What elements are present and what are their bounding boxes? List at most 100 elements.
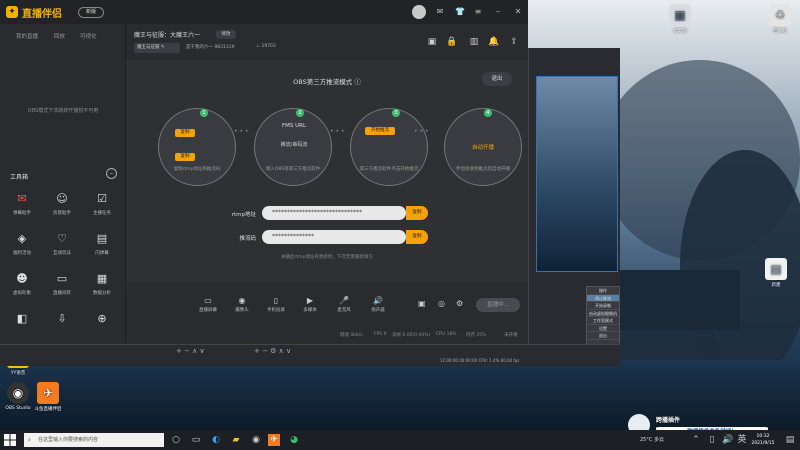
avatar-icon: ☻	[16, 272, 28, 285]
obs-scene-controls[interactable]: + − ∧ ∨	[176, 347, 205, 355]
obs-start-record[interactable]: 开始录制	[587, 302, 619, 310]
avatar[interactable]	[412, 5, 426, 19]
step-1-number: 1	[200, 109, 208, 117]
tool-download[interactable]: ⇩	[44, 312, 80, 346]
key-label: 推流码	[239, 236, 256, 242]
help-icon[interactable]: ⓘ	[354, 78, 361, 86]
mail-icon[interactable]: ✉	[434, 6, 446, 18]
toolbox-title: 工具箱	[10, 174, 29, 181]
microphone-button[interactable]: 🎤 麦克风	[330, 296, 358, 313]
speaker-button[interactable]: 🔊 扬声器	[364, 296, 392, 313]
eye-icon[interactable]: ◎	[438, 299, 445, 308]
step-3-number: 3	[392, 109, 400, 117]
obs-source-controls[interactable]: + − ⚙ ∧ ∨	[254, 347, 291, 355]
record-icon[interactable]: ▣	[418, 299, 426, 308]
rtmp-label: rtmp地址	[231, 212, 256, 218]
tool-more[interactable]: ⊕	[84, 312, 120, 346]
camera-button[interactable]: ◉ 摄像头	[228, 296, 256, 313]
media-button[interactable]: ▶ 多媒体	[296, 296, 324, 313]
tv-icon: ▭	[56, 272, 68, 285]
weather[interactable]: 25°C 多云	[640, 436, 664, 443]
phone-cast-button[interactable]: ▯ 手机投屏	[262, 296, 290, 313]
windows-start-icon[interactable]	[4, 434, 16, 446]
copy-rtmp-button[interactable]: 复制	[406, 206, 428, 220]
tool-task[interactable]: ☑ 主播任务	[84, 192, 120, 226]
taskbar: ⌕ 在这里输入你要搜索的内容 ○ ▭ ◐ ▰ ◉ ✈ ◕ 25°C 多云 ⌃ ▯…	[0, 430, 800, 450]
screen-capture-button[interactable]: ▭ 直播屏幕	[194, 296, 222, 313]
tab-replay[interactable]: 回放	[54, 32, 65, 40]
tool-interact[interactable]: ♡ 互动玩法	[44, 232, 80, 266]
taskbar-search[interactable]: ⌕ 在这里输入你要搜索的内容	[24, 433, 164, 447]
tab-visual[interactable]: 可视化	[80, 32, 97, 40]
notice-text: 关播后rtmp地址有更新时，下次无需重新填写	[281, 255, 373, 260]
version-badge[interactable]: 新版	[78, 7, 104, 18]
step-3-pill: 开始推流	[365, 127, 395, 135]
close-icon[interactable]: ✕	[512, 6, 524, 18]
tool-data[interactable]: ▦ 数据分析	[84, 272, 120, 306]
stream-key-field[interactable]: **************	[262, 230, 406, 244]
notification-center-icon[interactable]: ▤	[784, 434, 796, 446]
collapse-icon[interactable]: –	[106, 168, 117, 179]
shirt-icon[interactable]: 👕	[454, 6, 466, 18]
file-icon: ▤	[765, 258, 787, 280]
desktop-icon-recycle[interactable]: ♲ 回收站	[762, 4, 798, 34]
gift-icon[interactable]: ▣	[426, 36, 438, 48]
gear-icon[interactable]: ⚙	[456, 299, 463, 308]
net-speed: 网速 0kb/s	[340, 333, 363, 338]
edge-icon[interactable]: ◐	[210, 434, 222, 446]
step-1-desc: 复制rtmp地址和推流码	[173, 167, 221, 172]
obs-virtual-cam[interactable]: 启动虚拟摄像机	[587, 310, 619, 317]
tool-room[interactable]: ▭ 直播间装	[44, 272, 80, 306]
heart-icon: ♡	[57, 232, 67, 245]
exit-button[interactable]: 退出	[482, 72, 512, 86]
tool-barrage[interactable]: ▤ 闪弹幕	[84, 232, 120, 266]
task-view-icon[interactable]: ○	[170, 434, 182, 446]
tool-lottery[interactable]: ◧	[4, 312, 40, 346]
date: 2021/9/15	[751, 441, 775, 446]
multitask-icon[interactable]: ▭	[190, 434, 202, 446]
step-3-circle: 开始推流	[350, 108, 428, 186]
step-2-key: 推流/串码流	[280, 142, 308, 148]
ime-icon[interactable]: 英	[736, 434, 748, 446]
minimize-icon[interactable]: –	[492, 6, 504, 18]
tool-avatar[interactable]: ☻ 虚拟形象	[4, 272, 40, 306]
title-bar: ✦ 直播伴侣 新版 ✉ 👕 ≡ – ✕	[0, 0, 528, 24]
wechat-icon[interactable]: ◕	[288, 434, 300, 446]
tray-arrow-icon[interactable]: ⌃	[690, 434, 702, 446]
stats-icon[interactable]: ▥	[468, 36, 480, 48]
menu-icon[interactable]: ≡	[472, 6, 484, 18]
douyu-taskbar-icon[interactable]: ✈	[268, 434, 280, 446]
obs-stop-stream[interactable]: 停止推流	[587, 294, 619, 302]
obs-exit[interactable]: 退出	[587, 332, 619, 340]
edit-title-button[interactable]: 修改	[216, 30, 236, 39]
category-label: 魔王与征服	[137, 45, 160, 50]
task-icon: ☑	[97, 192, 107, 205]
folder-icon[interactable]: ▰	[230, 434, 242, 446]
desktop-icon-this-pc[interactable]: ▣ 此电脑	[662, 4, 698, 34]
obs-preview[interactable]	[536, 76, 618, 272]
tool-admin[interactable]: ☺ 房管助手	[44, 192, 80, 226]
start-live-button[interactable]: 直播中...	[476, 298, 520, 312]
search-icon: ⌕	[28, 437, 31, 443]
barrage-icon: ▤	[96, 232, 108, 245]
fps: FPS 0	[374, 332, 387, 337]
screen-icon: ▭	[204, 296, 212, 305]
obs-studio-mode[interactable]: 工作室模式	[587, 317, 619, 325]
bell-icon[interactable]: 🔔	[488, 36, 500, 48]
desktop-icon-douyu[interactable]: ✈ 斗鱼直播伴侣	[30, 382, 66, 412]
rtmp-field[interactable]: ******************************	[262, 206, 406, 220]
step-2-desc: 填入OBS等第三方推流软件	[265, 167, 321, 172]
obs-settings[interactable]: 设置	[587, 325, 619, 332]
copy-key-button[interactable]: 复制	[406, 230, 428, 244]
tool-welfare[interactable]: ◈ 福利活动	[4, 232, 40, 266]
lock-icon[interactable]: 🔒	[446, 36, 458, 48]
volume-icon[interactable]: 🔊	[722, 434, 734, 446]
desktop-icon-new[interactable]: ▤ 新建	[758, 258, 794, 288]
share-icon[interactable]: ⇪	[508, 36, 520, 48]
tab-my-live[interactable]: 我的直播	[16, 32, 38, 40]
tool-danmu[interactable]: ✉ 弹幕助手	[4, 192, 40, 226]
category-button[interactable]: 魔王与征服 ✎	[134, 43, 180, 53]
network-icon[interactable]: ▯	[706, 434, 718, 446]
clock[interactable]: 10:32 2021/9/15	[748, 433, 778, 447]
obs-taskbar-icon[interactable]: ◉	[250, 434, 262, 446]
